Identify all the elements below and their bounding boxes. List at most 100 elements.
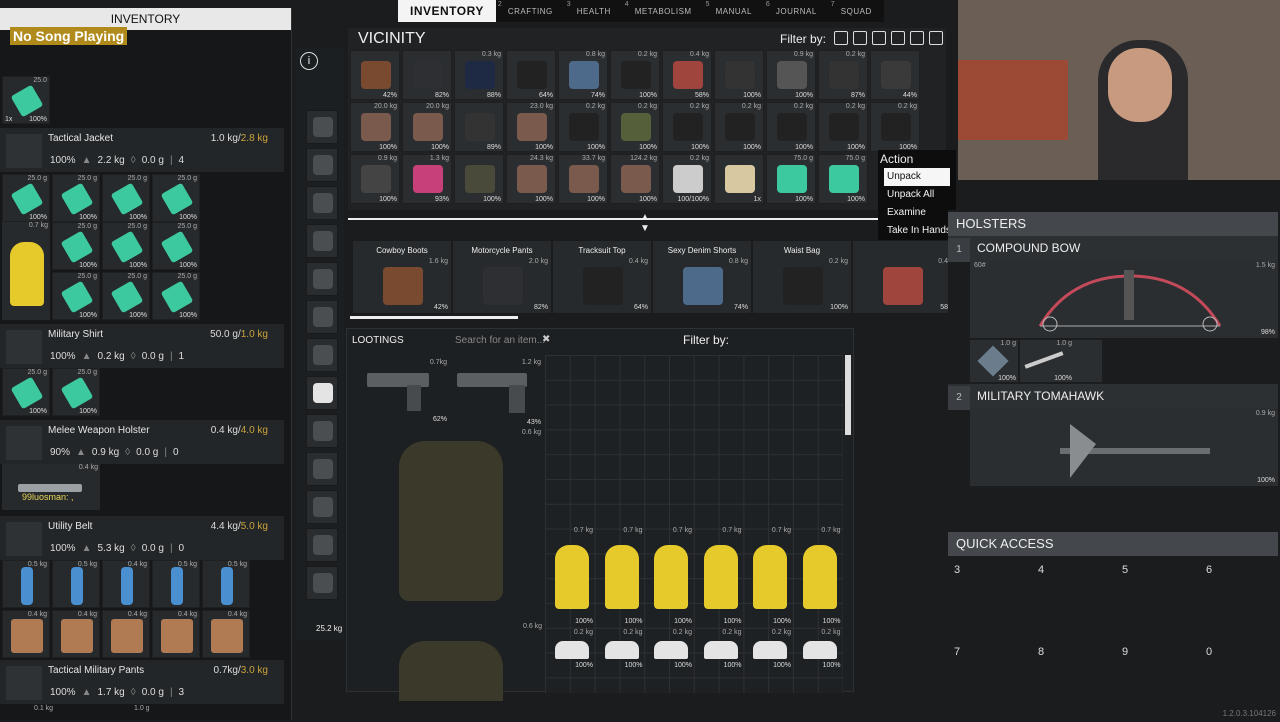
vicinity-item[interactable]: 20.0 kg 100% xyxy=(350,102,400,152)
search-input[interactable]: Search for an item... xyxy=(449,332,553,350)
equipment-slot[interactable] xyxy=(306,376,338,410)
mre-slot[interactable]: 0.4 kg xyxy=(52,610,100,658)
mre-slot[interactable]: 0.4 kg xyxy=(202,610,250,658)
misc-filter-icon[interactable] xyxy=(910,31,924,45)
sneaker-item[interactable]: 0.2 kg 100% xyxy=(698,629,744,669)
attachment-slot[interactable]: 1.0 g 100% xyxy=(970,340,1018,382)
sneaker-item[interactable]: 0.2 kg 100% xyxy=(648,629,694,669)
container-tactical-military-pants[interactable]: Tactical Military Pants 0.7kg/3.0 kg 100… xyxy=(0,660,284,704)
quick-slot-4[interactable]: 4 xyxy=(1032,558,1114,640)
menu-item-unpack-all[interactable]: Unpack All xyxy=(878,186,956,204)
vicinity-item[interactable]: 0.2 kg 100% xyxy=(610,102,660,152)
vicinity-item[interactable]: 82% xyxy=(402,50,452,100)
vicinity-item[interactable]: 0.9 kg 100% xyxy=(766,50,816,100)
gem-slot[interactable]: 25.0 g 100% xyxy=(2,368,50,416)
tomahawk-slot[interactable]: 0.9 kg 100% xyxy=(970,408,1278,486)
attachment-slot[interactable]: 1.0 g 100% xyxy=(1020,340,1102,382)
vicinity-item[interactable]: 20.0 kg 100% xyxy=(402,102,452,152)
vicinity-item[interactable]: 1x xyxy=(714,154,764,204)
quick-slot-8[interactable]: 8 xyxy=(1032,640,1114,722)
container-military-shirt[interactable]: Military Shirt 50.0 g/1.0 kg 100% ▲ 0.2 kg… xyxy=(0,324,284,368)
backpack-icon[interactable] xyxy=(399,641,503,701)
sneaker-item[interactable]: 0.2 kg 100% xyxy=(797,629,843,669)
vicinity-item[interactable]: 89% xyxy=(454,102,504,152)
vicinity-item[interactable]: 100% xyxy=(714,50,764,100)
quick-slot-5[interactable]: 5 xyxy=(1116,558,1198,640)
bow-slot[interactable]: 60# 1.5 kg 98% xyxy=(970,260,1278,338)
raincoat-item[interactable]: 0.7 kg 100% xyxy=(797,527,843,625)
equipment-slot[interactable] xyxy=(306,110,338,144)
tab-health[interactable]: 3 HEALTH xyxy=(565,0,623,22)
preview-item[interactable]: Motorcycle Pants 2.0 kg 82% xyxy=(452,240,552,314)
tab-manual[interactable]: 5 MANUAL xyxy=(704,0,764,22)
vicinity-item[interactable]: 42% xyxy=(350,50,400,100)
vicinity-item[interactable]: 124.2 kg 100% xyxy=(610,154,660,204)
raincoat-item[interactable]: 0.7 kg 100% xyxy=(698,527,744,625)
vicinity-item[interactable]: 75.0 g 100% xyxy=(818,154,868,204)
water-bottle-slot[interactable]: 0.5 kg xyxy=(152,560,200,608)
gem-slot[interactable]: 25.0 g 100% xyxy=(102,222,150,270)
gem-slot[interactable]: 25.0 g 100% xyxy=(52,272,100,320)
gem-slot[interactable]: 25.0 g 100% xyxy=(102,272,150,320)
vicinity-item[interactable]: 64% xyxy=(506,50,556,100)
add-filter-icon[interactable] xyxy=(929,31,943,45)
gem-slot[interactable]: 25.0 g 100% xyxy=(2,174,50,222)
tab-metabolism[interactable]: 4 METABOLISM xyxy=(623,0,704,22)
container-utility-belt[interactable]: Utility Belt 4.4 kg/5.0 kg 100% ▲ 5.3 kg ◊ 0… xyxy=(0,516,284,560)
vicinity-item[interactable]: 1.3 kg 93% xyxy=(402,154,452,204)
container-tactical-jacket[interactable]: Tactical Jacket 1.0 kg/2.8 kg 100% ▲ 2.2 k… xyxy=(0,128,284,172)
sneaker-item[interactable]: 0.2 kg 100% xyxy=(747,629,793,669)
preview-item[interactable]: Tracksuit Top 0.4 kg 64% xyxy=(552,240,652,314)
water-bottle-slot[interactable]: 0.4 kg xyxy=(102,560,150,608)
pistol-slot[interactable]: 0.7kg 62% xyxy=(361,359,451,423)
vicinity-item[interactable]: 0.4 kg 58% xyxy=(662,50,712,100)
pistol-slot[interactable]: 1.2 kg 43% 0.6 kg xyxy=(451,359,545,439)
raincoat-slot[interactable]: 0.7 kg xyxy=(2,222,50,320)
preview-item[interactable]: Waist Bag 0.2 kg 100% xyxy=(752,240,852,314)
water-bottle-slot[interactable]: 0.5 kg xyxy=(52,560,100,608)
preview-item[interactable]: Cowboy Boots 1.6 kg 42% xyxy=(352,240,452,314)
preview-item[interactable]: 0.4 58 xyxy=(852,240,952,314)
backpack-icon[interactable] xyxy=(399,441,503,601)
vicinity-item[interactable]: 0.2 kg 100% xyxy=(662,102,712,152)
equipment-slot[interactable] xyxy=(306,452,338,486)
raincoat-item[interactable]: 0.7 kg 100% xyxy=(648,527,694,625)
vicinity-item[interactable]: 23.0 kg 100% xyxy=(506,102,556,152)
water-bottle-slot[interactable]: 0.5 kg xyxy=(202,560,250,608)
tab-crafting[interactable]: 2 CRAFTING xyxy=(496,0,565,22)
equipment-slot[interactable] xyxy=(306,224,338,258)
equipment-slot[interactable] xyxy=(306,338,338,372)
vicinity-item[interactable]: 0.2 kg 100% xyxy=(818,102,868,152)
vicinity-item[interactable]: 0.9 kg 100% xyxy=(350,154,400,204)
raincoat-item[interactable]: 0.7 kg 100% xyxy=(599,527,645,625)
menu-item-unpack[interactable]: Unpack xyxy=(884,168,950,186)
water-bottle-slot[interactable]: 0.5 kg xyxy=(2,560,50,608)
drag-arrows-icon[interactable]: ▲ ▼ xyxy=(640,212,650,234)
container-melee-weapon-holster[interactable]: Melee Weapon Holster 0.4 kg/4.0 kg 90% ▲ 0… xyxy=(0,420,284,464)
equipment-slot[interactable] xyxy=(306,148,338,182)
raincoat-item[interactable]: 0.7 kg 100% xyxy=(549,527,595,625)
equipment-slot[interactable] xyxy=(306,300,338,334)
vicinity-item[interactable]: 0.2 kg 100% xyxy=(766,102,816,152)
gem-slot[interactable]: 25.0 g 100% xyxy=(52,222,100,270)
sneaker-item[interactable]: 0.2 kg 100% xyxy=(599,629,645,669)
holster-item-2[interactable]: 2 MILITARY TOMAHAWK xyxy=(948,384,1278,410)
equipment-slot[interactable] xyxy=(306,186,338,220)
gem-slot[interactable]: 25.0 g 100% xyxy=(152,174,200,222)
quick-slot-3[interactable]: 3 xyxy=(948,558,1030,640)
vicinity-item[interactable]: 0.2 kg 100% xyxy=(714,102,764,152)
strip-scrollbar[interactable] xyxy=(350,316,518,319)
weapon-filter-icon[interactable] xyxy=(853,31,867,45)
vicinity-item[interactable]: 75.0 g 100% xyxy=(766,154,816,204)
equipment-slot[interactable] xyxy=(306,414,338,448)
sneaker-item[interactable]: 0.2 kg 100% xyxy=(549,629,595,669)
vicinity-item[interactable]: 44% xyxy=(870,50,920,100)
menu-item-take-in-hands[interactable]: Take In Hands xyxy=(878,222,956,240)
knife-slot[interactable]: 0.4 kg 99luosman: , xyxy=(2,464,100,510)
raincoat-item[interactable]: 0.7 kg 100% xyxy=(747,527,793,625)
equipment-slot[interactable] xyxy=(306,528,338,562)
gem-slot[interactable]: 25.0 g 100% xyxy=(52,174,100,222)
equipment-slot[interactable] xyxy=(306,262,338,296)
vicinity-item[interactable]: 0.3 kg 88% xyxy=(454,50,504,100)
shirt-filter-icon[interactable] xyxy=(834,31,848,45)
